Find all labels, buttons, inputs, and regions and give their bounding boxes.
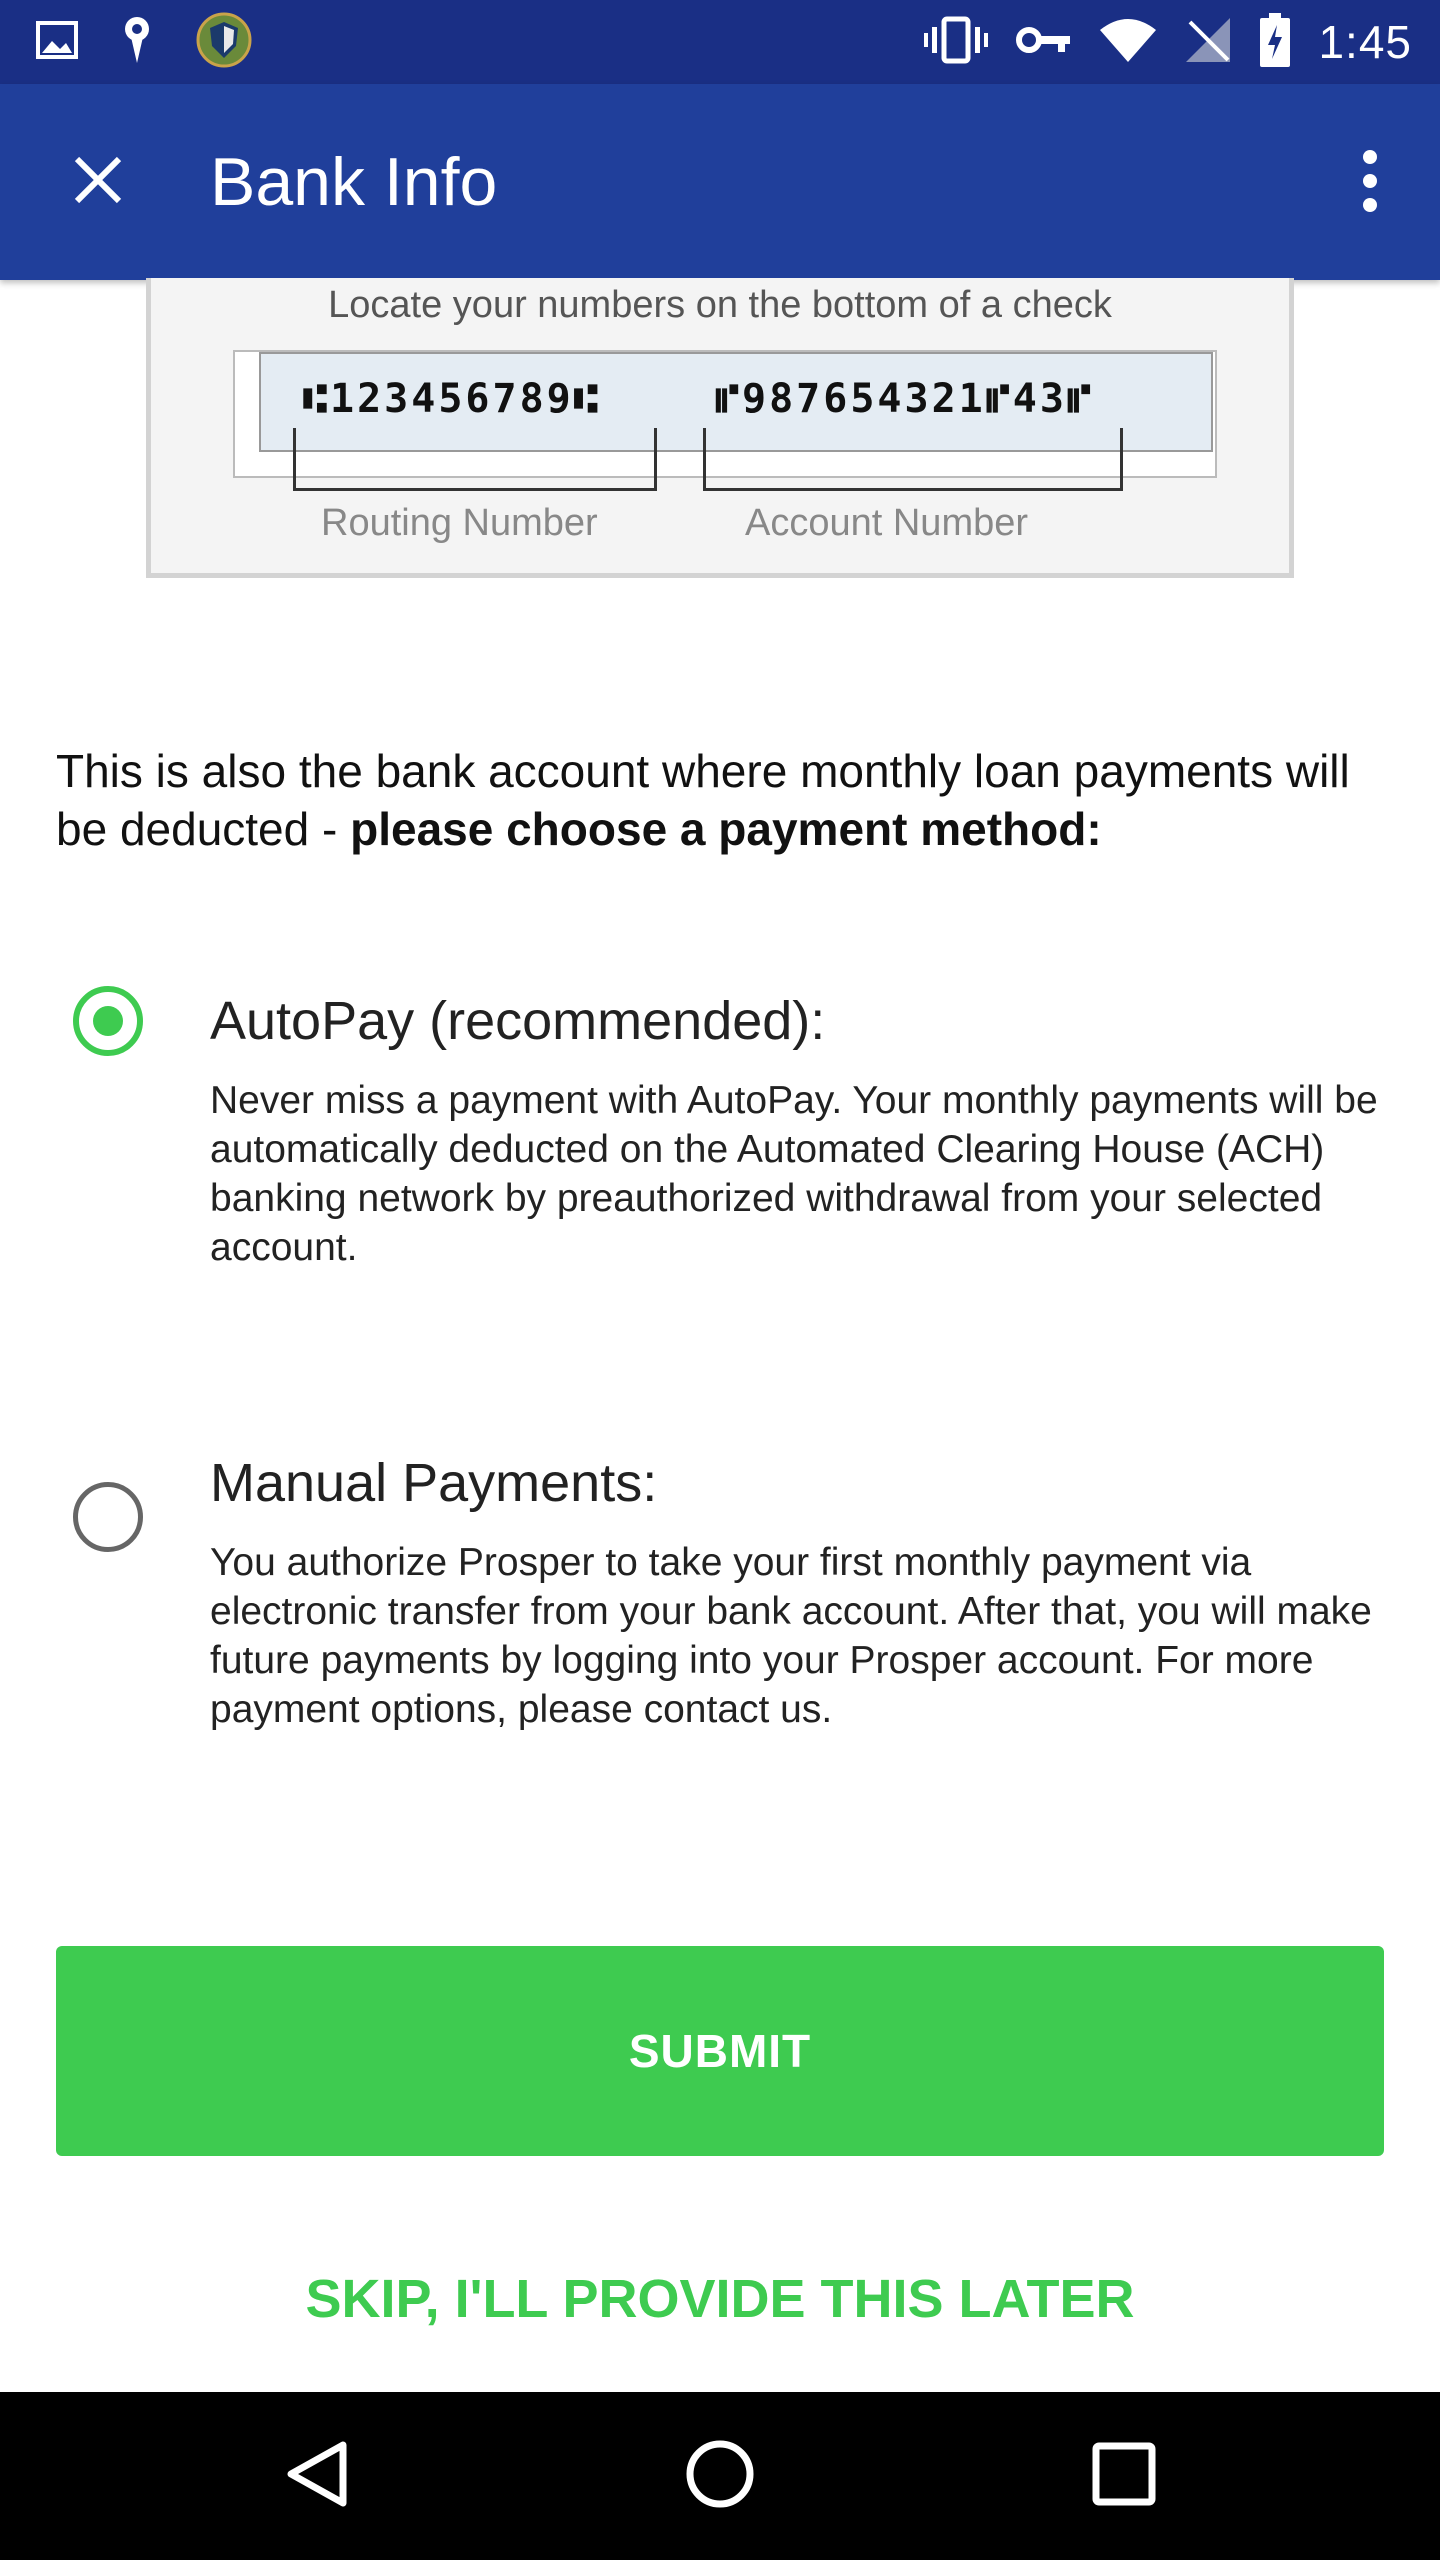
home-icon: [684, 2438, 756, 2515]
status-left-icons: [36, 12, 252, 73]
page-title: Bank Info: [210, 144, 498, 220]
manual-payments-radio[interactable]: [73, 1482, 143, 1552]
radio-selected-dot: [93, 1006, 123, 1036]
micr-routing-number: ⑆123456789⑆: [303, 376, 601, 422]
wifi-icon: [1100, 18, 1157, 67]
account-bracket: [703, 428, 1123, 491]
check-illustration: Locate your numbers on the bottom of a c…: [146, 278, 1294, 578]
close-button[interactable]: [58, 142, 138, 222]
skip-link[interactable]: SKIP, I'LL PROVIDE THIS LATER: [0, 2268, 1440, 2330]
app-bar: Bank Info: [0, 84, 1440, 280]
routing-bracket: [293, 428, 657, 491]
submit-button[interactable]: SUBMIT: [56, 1946, 1384, 2156]
shield-app-icon: [196, 12, 252, 73]
more-vert-icon: [1362, 149, 1378, 218]
status-right-icons: 1:45: [924, 12, 1412, 72]
prompt-bold-text: please choose a payment method:: [350, 803, 1102, 855]
overflow-menu-button[interactable]: [1340, 138, 1400, 228]
status-bar: 1:45: [0, 0, 1440, 84]
vpn-key-icon: [1016, 23, 1072, 62]
back-icon: [283, 2439, 349, 2514]
home-button[interactable]: [670, 2426, 770, 2526]
routing-number-label: Routing Number: [321, 502, 598, 544]
manual-payments-title[interactable]: Manual Payments:: [210, 1452, 657, 1514]
battery-charging-icon: [1260, 12, 1291, 72]
location-pin-icon: [122, 15, 152, 70]
system-nav-bar: [0, 2392, 1440, 2560]
close-icon: [71, 153, 125, 212]
autopay-radio[interactable]: [73, 986, 143, 1056]
recents-button[interactable]: [1074, 2426, 1174, 2526]
autopay-title[interactable]: AutoPay (recommended):: [210, 990, 825, 1052]
back-button[interactable]: [266, 2426, 366, 2526]
image-icon: [36, 20, 78, 64]
check-caption: Locate your numbers on the bottom of a c…: [328, 284, 1112, 326]
no-signal-icon: [1184, 16, 1232, 69]
submit-label: SUBMIT: [628, 2025, 812, 2077]
micr-account-number: ⑈987654321⑈43⑈: [715, 376, 1094, 422]
autopay-description: Never miss a payment with AutoPay. Your …: [210, 1079, 1378, 1269]
status-time: 1:45: [1318, 16, 1412, 68]
payment-method-prompt: This is also the bank account where mont…: [56, 742, 1396, 858]
vibrate-icon: [924, 15, 989, 70]
recents-icon: [1092, 2442, 1156, 2511]
manual-payments-description: You authorize Prosper to take your first…: [210, 1541, 1372, 1731]
account-number-label: Account Number: [745, 502, 1029, 544]
